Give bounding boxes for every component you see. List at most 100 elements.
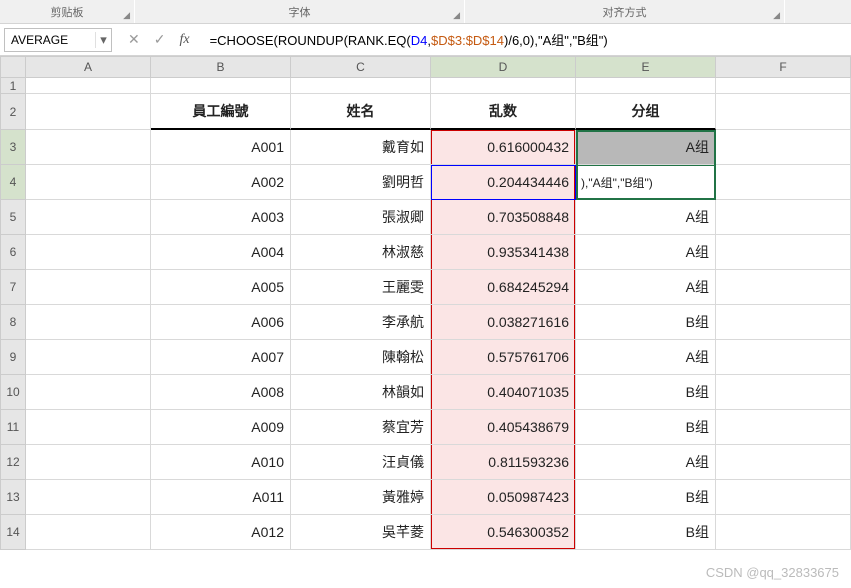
cell[interactable] — [716, 445, 851, 480]
cell[interactable]: B组 — [576, 480, 716, 515]
cell[interactable] — [431, 78, 576, 94]
cell[interactable]: A组 — [576, 270, 716, 305]
cell[interactable]: A007 — [151, 340, 291, 375]
cell-header-id[interactable]: 員工編號 — [151, 94, 291, 130]
cell[interactable]: 0.405438679 — [431, 410, 576, 445]
cell-header-group[interactable]: 分组 — [576, 94, 716, 130]
row-header[interactable]: 12 — [0, 445, 26, 480]
cell[interactable] — [716, 235, 851, 270]
cell[interactable] — [26, 130, 151, 165]
col-header-D[interactable]: D — [431, 56, 576, 78]
cell[interactable] — [26, 340, 151, 375]
cell[interactable]: 王麗雯 — [291, 270, 431, 305]
cell[interactable]: A001 — [151, 130, 291, 165]
cell[interactable]: A012 — [151, 515, 291, 550]
select-all-corner[interactable] — [0, 56, 26, 78]
cell[interactable]: 0.038271616 — [431, 305, 576, 340]
cell[interactable] — [26, 375, 151, 410]
cell[interactable] — [26, 480, 151, 515]
cell[interactable]: 0.546300352 — [431, 515, 576, 550]
row-header[interactable]: 2 — [0, 94, 26, 130]
cell[interactable]: B组 — [576, 410, 716, 445]
cell[interactable] — [576, 78, 716, 94]
cell[interactable]: 0.404071035 — [431, 375, 576, 410]
cell[interactable]: 0.811593236 — [431, 445, 576, 480]
cell[interactable]: B组 — [576, 515, 716, 550]
dialog-launcher-icon[interactable]: ◢ — [773, 10, 780, 21]
chevron-down-icon[interactable]: ▾ — [95, 32, 111, 48]
cell[interactable] — [26, 94, 151, 130]
cell[interactable] — [716, 515, 851, 550]
cell[interactable]: 蔡宜芳 — [291, 410, 431, 445]
cell[interactable] — [716, 340, 851, 375]
cell[interactable]: 0.575761706 — [431, 340, 576, 375]
row-header[interactable]: 7 — [0, 270, 26, 305]
cell[interactable] — [26, 270, 151, 305]
cell[interactable]: A组 — [576, 445, 716, 480]
cell[interactable] — [716, 200, 851, 235]
cell-header-name[interactable]: 姓名 — [291, 94, 431, 130]
cell[interactable]: 李承航 — [291, 305, 431, 340]
col-header-C[interactable]: C — [291, 56, 431, 78]
cell[interactable]: A组 — [576, 130, 716, 165]
cell[interactable] — [26, 515, 151, 550]
edit-overlay[interactable]: ),"A组","B组") — [576, 165, 715, 199]
cell[interactable]: 0.616000432 — [431, 130, 576, 165]
formula-input[interactable]: =CHOOSE(ROUNDUP(RANK.EQ(D4,$D$3:$D$14)/6… — [206, 30, 847, 49]
name-box-input[interactable] — [5, 33, 95, 47]
cell[interactable]: A004 — [151, 235, 291, 270]
cell[interactable] — [716, 305, 851, 340]
cell[interactable]: A003 — [151, 200, 291, 235]
cell[interactable]: 張淑卿 — [291, 200, 431, 235]
cell[interactable] — [716, 78, 851, 94]
fx-icon[interactable]: fx — [179, 32, 189, 48]
cell[interactable]: A009 — [151, 410, 291, 445]
row-header[interactable]: 14 — [0, 515, 26, 550]
cell[interactable] — [291, 78, 431, 94]
cell[interactable]: 劉明哲 — [291, 165, 431, 200]
cell[interactable] — [26, 445, 151, 480]
cell[interactable]: 0.684245294 — [431, 270, 576, 305]
cell[interactable]: 汪貞儀 — [291, 445, 431, 480]
row-header[interactable]: 13 — [0, 480, 26, 515]
cell[interactable] — [26, 235, 151, 270]
cell-header-rand[interactable]: 乱数 — [431, 94, 576, 130]
cell[interactable]: A006 — [151, 305, 291, 340]
cell[interactable]: A005 — [151, 270, 291, 305]
row-header[interactable]: 4 — [0, 165, 26, 200]
dialog-launcher-icon[interactable]: ◢ — [453, 10, 460, 21]
row-header[interactable]: 5 — [0, 200, 26, 235]
row-header[interactable]: 1 — [0, 78, 26, 94]
col-header-F[interactable]: F — [716, 56, 851, 78]
cell[interactable]: 0.703508848 — [431, 200, 576, 235]
cell[interactable] — [716, 410, 851, 445]
dialog-launcher-icon[interactable]: ◢ — [123, 10, 130, 21]
row-header[interactable]: 6 — [0, 235, 26, 270]
cell[interactable] — [26, 200, 151, 235]
cell[interactable]: ),"A组","B组") — [576, 165, 716, 200]
col-header-B[interactable]: B — [151, 56, 291, 78]
cancel-icon[interactable]: ✕ — [128, 31, 140, 48]
cell[interactable] — [26, 78, 151, 94]
col-header-A[interactable]: A — [26, 56, 151, 78]
cell[interactable] — [26, 410, 151, 445]
row-header[interactable]: 11 — [0, 410, 26, 445]
cell[interactable] — [716, 94, 851, 130]
cell[interactable] — [716, 165, 851, 200]
row-header[interactable]: 8 — [0, 305, 26, 340]
cell[interactable] — [716, 130, 851, 165]
cell[interactable] — [151, 78, 291, 94]
cell[interactable]: 0.204434446 — [431, 165, 576, 200]
cell[interactable]: A010 — [151, 445, 291, 480]
cell[interactable]: 黃雅婷 — [291, 480, 431, 515]
cell[interactable]: A组 — [576, 235, 716, 270]
cell[interactable]: 0.935341438 — [431, 235, 576, 270]
cell[interactable]: A组 — [576, 340, 716, 375]
cell[interactable] — [26, 165, 151, 200]
cell[interactable] — [716, 480, 851, 515]
name-box[interactable]: ▾ — [4, 28, 112, 52]
cell[interactable]: A组 — [576, 200, 716, 235]
cell[interactable]: 林韻如 — [291, 375, 431, 410]
col-header-E[interactable]: E — [576, 56, 716, 78]
row-header[interactable]: 10 — [0, 375, 26, 410]
